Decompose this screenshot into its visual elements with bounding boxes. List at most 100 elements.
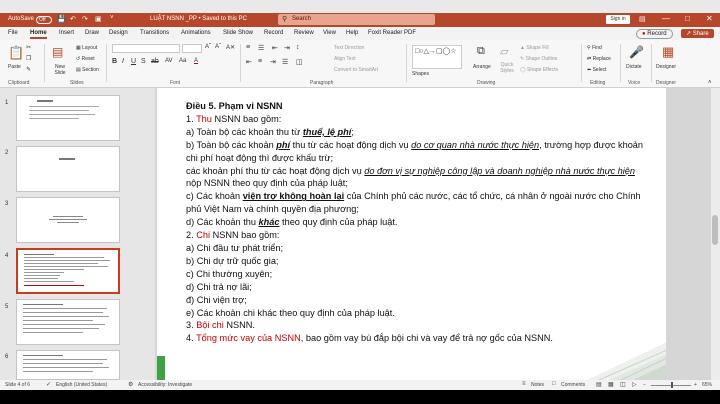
copy-icon[interactable]: ❐	[26, 55, 31, 62]
slide-thumbnail-1[interactable]	[16, 95, 120, 141]
autosave-toggle[interactable]: Off	[36, 16, 52, 24]
tab-view[interactable]: View	[323, 30, 336, 36]
scrollbar-thumb[interactable]	[712, 215, 718, 245]
redo-icon[interactable]: ↷	[82, 15, 88, 23]
align-left-icon[interactable]: ⇤	[246, 58, 252, 66]
slide-content[interactable]: Điều 5. Phạm vi NSNN 1. Thu NSNN bao gồm…	[186, 100, 649, 345]
accessibility-status[interactable]: Accessibility: Investigate	[138, 382, 192, 388]
font-color-icon[interactable]: A	[194, 58, 198, 64]
designer-icon[interactable]: ▦	[662, 44, 674, 60]
slideshow-icon[interactable]: ▷	[632, 381, 637, 388]
shape-effects-button[interactable]: ◯ Shape Effects	[520, 67, 558, 73]
section-button[interactable]: ▤ Section	[76, 67, 99, 73]
bullets-icon[interactable]: ≡	[246, 44, 250, 51]
bold-icon[interactable]: B	[112, 58, 117, 65]
tab-insert[interactable]: Insert	[59, 30, 74, 36]
strikethrough-icon[interactable]: ab	[151, 58, 159, 65]
slide-canvas[interactable]: Điều 5. Phạm vi NSNN 1. Thu NSNN bao gồm…	[157, 88, 666, 380]
qat-more-icon[interactable]: ˅	[110, 15, 114, 21]
collapse-ribbon-icon[interactable]: ˄	[708, 80, 712, 86]
arrange-icon[interactable]: ⧉	[477, 45, 485, 58]
decrease-indent-icon[interactable]: ⇤	[272, 44, 278, 52]
numbering-icon[interactable]: ☰	[258, 44, 264, 52]
tab-review[interactable]: Review	[294, 30, 314, 36]
present-icon[interactable]: ▣	[95, 15, 102, 23]
zoom-level[interactable]: 65%	[702, 382, 712, 388]
shapes-gallery[interactable]: □○△→▢◯☆	[412, 45, 462, 69]
close-icon[interactable]: ✕	[706, 14, 713, 23]
slide-sorter-icon[interactable]: ▦	[608, 381, 614, 388]
shape-outline-button[interactable]: ✎ Shape Outline	[520, 56, 557, 62]
arrange-button[interactable]: Arrange	[473, 64, 491, 70]
normal-view-icon[interactable]: ▤	[596, 381, 602, 388]
tab-design[interactable]: Design	[109, 30, 128, 36]
shadow-icon[interactable]: S	[141, 58, 146, 65]
italic-icon[interactable]: I	[122, 58, 124, 65]
new-slide-icon[interactable]: ▤	[52, 45, 63, 59]
columns-icon[interactable]: ◫	[296, 58, 303, 66]
text-direction-button[interactable]: Text Direction	[334, 45, 364, 51]
new-slide-button[interactable]: New Slide	[50, 64, 70, 76]
tab-draw[interactable]: Draw	[85, 30, 99, 36]
tab-animations[interactable]: Animations	[181, 30, 211, 36]
underline-icon[interactable]: U	[131, 58, 136, 65]
align-center-icon[interactable]: ≡	[258, 58, 262, 65]
quick-styles-button[interactable]: Quick Styles	[496, 62, 518, 74]
tab-foxit[interactable]: Foxit Reader PDF	[368, 30, 416, 36]
tab-help[interactable]: Help	[346, 30, 358, 36]
undo-icon[interactable]: ↶	[70, 15, 76, 23]
microphone-icon[interactable]: 🎤	[629, 45, 644, 59]
line-spacing-icon[interactable]: ↕	[296, 44, 300, 51]
quick-styles-icon[interactable]: ▱	[500, 45, 508, 58]
select-button[interactable]: ⬅ Select	[587, 67, 607, 73]
replace-button[interactable]: ⇄ Replace	[587, 56, 611, 62]
dictate-button[interactable]: Dictate	[626, 64, 642, 70]
increase-indent-icon[interactable]: ⇥	[284, 44, 290, 52]
zoom-slider-thumb[interactable]	[671, 382, 673, 388]
align-right-icon[interactable]: ⇥	[270, 58, 276, 66]
save-icon[interactable]: 💾	[57, 15, 66, 23]
language-status[interactable]: English (United States)	[56, 382, 107, 388]
notes-button[interactable]: Notes	[531, 382, 544, 388]
justify-icon[interactable]: ☰	[282, 58, 288, 66]
format-painter-icon[interactable]: ✎	[26, 66, 31, 73]
designer-button[interactable]: Designer	[656, 64, 676, 70]
minimize-icon[interactable]: —	[662, 14, 670, 23]
tab-home[interactable]: Home	[30, 30, 47, 39]
zoom-out-button[interactable]: −	[643, 382, 646, 388]
record-button[interactable]: ● Record	[636, 29, 673, 39]
shape-fill-button[interactable]: ▲ Shape Fill	[520, 45, 549, 51]
ribbon-display-icon[interactable]: ▤	[639, 15, 646, 23]
accessibility-icon[interactable]: ⚙	[128, 381, 133, 388]
sign-in-button[interactable]: Sign in	[606, 15, 630, 24]
paste-button[interactable]: Paste	[8, 64, 21, 70]
share-button[interactable]: ↗ Share	[681, 29, 714, 38]
reset-button[interactable]: ↺ Reset	[76, 56, 95, 62]
zoom-in-button[interactable]: +	[694, 382, 697, 388]
notes-icon[interactable]: ≡	[522, 381, 526, 387]
comments-button[interactable]: Comments	[561, 382, 585, 388]
layout-button[interactable]: ▦ Layout	[76, 45, 97, 51]
paste-icon[interactable]: 📋	[8, 45, 24, 61]
search-input[interactable]: ⚲ Search	[278, 14, 435, 25]
tab-file[interactable]: File	[8, 30, 18, 36]
align-text-button[interactable]: Align Text	[334, 56, 356, 62]
tab-slide-show[interactable]: Slide Show	[223, 30, 253, 36]
font-size-select[interactable]	[182, 44, 202, 53]
tab-record[interactable]: Record	[264, 30, 283, 36]
find-button[interactable]: ⚲ Find	[587, 45, 602, 51]
slide-thumbnail-4[interactable]	[16, 248, 120, 294]
reading-view-icon[interactable]: ◫	[620, 381, 626, 388]
tab-transitions[interactable]: Transitions	[140, 30, 169, 36]
maximize-icon[interactable]: □	[685, 14, 690, 23]
change-case-icon[interactable]: Aa	[179, 58, 186, 64]
slide-thumbnail-2[interactable]	[16, 146, 120, 192]
slide-thumbnail-3[interactable]	[16, 197, 120, 243]
font-name-select[interactable]	[112, 44, 180, 53]
cut-icon[interactable]: ✂	[26, 44, 31, 51]
convert-smartart-button[interactable]: Convert to SmartArt	[334, 67, 378, 73]
comments-icon[interactable]: □	[552, 381, 556, 387]
slide-thumbnail-6[interactable]	[16, 350, 120, 380]
decrease-font-icon[interactable]: Aˇ	[215, 44, 221, 50]
slide-thumbnail-5[interactable]	[16, 299, 120, 345]
